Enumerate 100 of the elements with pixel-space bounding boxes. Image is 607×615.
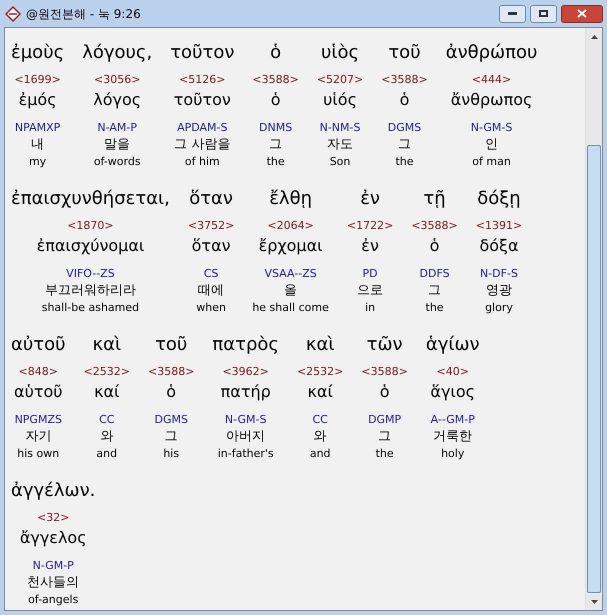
scroll-thumb[interactable] [587,145,601,593]
parse-code: VIFO--ZS [66,266,115,282]
window-title: @원전본해 - 눅 9:26 [26,6,142,22]
parse-code: DGMP [368,412,402,428]
strong-number: <2532> [296,364,344,380]
greek-word: τῇ [423,187,446,211]
parse-code: A--GM-P [430,412,475,428]
parse-code: N-GM-S [224,412,266,428]
maximize-button[interactable] [530,4,557,22]
minimize-button[interactable] [499,4,526,22]
strong-number: <2532> [84,364,130,380]
lemma-word: ἄνθρωπος [450,89,532,111]
lemma-word: ὅταν [192,235,231,257]
korean-gloss: 말을 [104,136,130,154]
greek-word: ὁ [270,41,282,65]
up-arrow-icon [590,34,598,38]
strong-number: <5207> [316,72,364,88]
korean-gloss: 와 [314,428,327,446]
english-gloss: his [163,446,180,462]
korean-gloss: 와 [100,428,114,446]
english-gloss: the [426,300,444,316]
english-gloss: when [196,300,226,316]
strong-number: <3588> [381,72,428,88]
english-gloss: glory [485,300,513,316]
korean-gloss: 내 [31,136,44,154]
english-gloss: my [28,154,46,170]
greek-word: ὅταν [189,187,233,211]
strong-number: <3588> [361,364,408,380]
parse-code: DNMS [259,120,292,136]
lemma-word: δόξα [479,235,518,257]
greek-word: δόξῃ [477,187,521,211]
greek-word: υἱὸς [321,41,360,65]
lemma-word: ἔρχομαι [258,235,323,257]
greek-word: τοῦ [155,333,188,357]
lemma-word: ὁ [400,89,410,111]
korean-gloss: 인 [485,136,498,154]
greek-word: ἔλθῃ [269,187,312,211]
korean-gloss: 부끄러워하리라 [44,282,136,300]
lemma-word: καί [94,381,120,403]
english-gloss: he shall come [252,300,329,316]
strong-number: <1391> [476,218,522,234]
english-gloss: and [310,446,331,462]
parse-code: CC [312,412,328,428]
greek-word: ἀγγέλων. [11,479,96,503]
parse-code: VSAA--ZS [264,266,317,282]
lemma-word: ὁ [380,381,390,403]
strong-number: <40> [436,364,469,380]
parse-code: N-GM-S [470,120,512,136]
lemma-word: τοῦτον [174,89,231,111]
english-gloss: of man [472,154,511,170]
english-gloss: of-angels [28,592,78,608]
korean-gloss: 올 [284,282,298,300]
lemma-word: λόγος [93,89,142,111]
korean-gloss: 자도 [327,136,354,154]
strong-number: <3588> [252,72,299,88]
parse-code: NPAMXP [14,120,60,136]
korean-gloss: 자기 [25,428,52,446]
korean-gloss: 그 [428,282,442,300]
lemma-word: ἐπαισχύνομαι [36,235,144,257]
lemma-word: αὑτοῦ [14,381,63,403]
english-gloss: his own [17,446,60,462]
strong-number: <3588> [411,218,458,234]
lemma-word: ὁ [270,89,280,111]
parse-code: DGMS [154,412,188,428]
korean-gloss: 그 [398,136,411,154]
strong-number: <1699> [14,72,61,88]
english-gloss: Son [330,154,350,170]
close-button[interactable] [561,4,603,22]
english-gloss: of-words [94,154,141,170]
greek-word: ἀνθρώπου [446,41,538,65]
greek-word: ἐμοὺς [11,41,64,65]
lemma-word: ἐν [361,235,379,257]
greek-word: καὶ [92,333,122,357]
parse-code: APDAM-S [177,120,228,136]
korean-gloss: 아버지 [226,428,266,446]
parse-code: CS [204,266,218,282]
lemma-word: υἱός [323,89,357,111]
parse-code: N-DF-S [480,266,518,282]
english-gloss: shall-be ashamed [42,300,140,316]
english-gloss: of him [184,154,220,170]
greek-word: τῶν [366,333,403,357]
strong-number: <3962> [222,364,269,380]
korean-gloss: 그 [378,428,392,446]
english-gloss: in-father's [218,446,274,462]
lemma-word: ὁ [166,381,176,403]
greek-word: ἁγίων [426,333,480,357]
parse-code: NPGMZS [14,412,62,428]
english-gloss: and [96,446,118,462]
strong-number: <5126> [179,72,226,88]
lemma-word: πατήρ [220,381,271,403]
greek-word: πατρὸς [212,333,279,357]
strong-number: <848> [18,364,58,380]
lemma-word: ἐμός [18,89,57,111]
english-gloss: the [395,154,414,170]
strong-number: <444> [472,72,512,88]
korean-gloss: 영광 [486,282,512,300]
scrollbar[interactable] [585,28,602,610]
greek-word: καὶ [306,333,334,357]
greek-word: ἐπαισχυνθήσεται, [11,187,170,211]
greek-word: αὐτοῦ [11,333,66,357]
